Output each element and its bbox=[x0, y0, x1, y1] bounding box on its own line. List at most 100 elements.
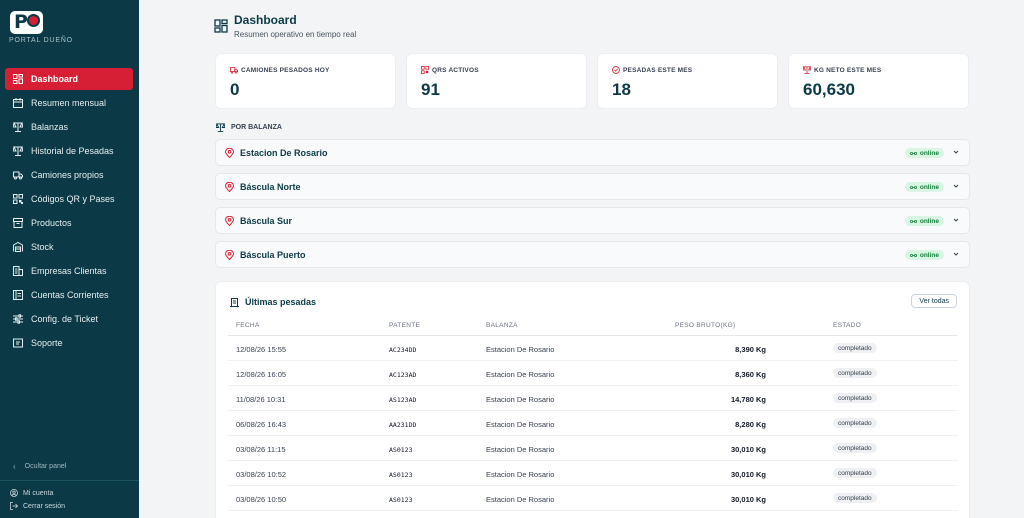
sidebar-item-label: Soporte bbox=[31, 338, 63, 348]
balanza-name: Báscula Sur bbox=[240, 215, 293, 226]
table-row[interactable]: 03/08/26 11:15 AS0123 Estacion De Rosari… bbox=[228, 436, 958, 461]
cell-fecha: 11/08/26 10:31 bbox=[236, 395, 286, 404]
link-icon bbox=[909, 219, 917, 224]
sidebar-item-soporte[interactable]: Soporte bbox=[5, 332, 133, 354]
cell-peso: 8,390 Kg bbox=[735, 345, 766, 354]
scale-icon bbox=[803, 66, 811, 74]
sidebar-nav: Dashboard Resumen mensual Balanzas Histo… bbox=[5, 68, 133, 356]
cell-balanza: Estacion De Rosario bbox=[486, 370, 555, 379]
chevron-down-icon[interactable] bbox=[952, 182, 960, 190]
balanza-name: Báscula Norte bbox=[240, 181, 301, 192]
logout-link[interactable]: Cerrar sesión bbox=[10, 502, 65, 510]
table-row[interactable]: 03/08/26 10:52 AS0123 Estacion De Rosari… bbox=[228, 461, 958, 486]
sidebar-item-label: Stock bbox=[31, 242, 54, 252]
stat-label: KG NETO ESTE MES bbox=[814, 66, 882, 74]
ultimas-pesadas-title: Últimas pesadas bbox=[230, 297, 316, 307]
cell-balanza: Estacion De Rosario bbox=[486, 495, 555, 504]
balanza-row[interactable]: Báscula Sur online bbox=[215, 207, 970, 234]
link-icon bbox=[909, 185, 917, 190]
table-row[interactable]: 12/08/26 15:55 AC234DD Estacion De Rosar… bbox=[228, 336, 958, 361]
cell-balanza: Estacion De Rosario bbox=[486, 420, 555, 429]
stat-card-pesadas: PESADAS ESTE MES 18 bbox=[597, 53, 778, 109]
cell-balanza: Estacion De Rosario bbox=[486, 470, 555, 479]
scale-icon bbox=[13, 122, 23, 132]
cell-patente: AC123AD bbox=[389, 371, 417, 379]
chevron-down-icon[interactable] bbox=[952, 216, 960, 224]
balanza-row[interactable]: Estacion De Rosario online bbox=[215, 139, 970, 166]
balanza-row[interactable]: Báscula Puerto online bbox=[215, 241, 970, 268]
sidebar-item-historial[interactable]: Historial de Pesadas bbox=[5, 140, 133, 162]
table-row[interactable]: 11/08/26 10:31 AS123AD Estacion De Rosar… bbox=[228, 386, 958, 411]
account-link[interactable]: Mi cuenta bbox=[10, 489, 53, 497]
balanza-row[interactable]: Báscula Norte online bbox=[215, 173, 970, 200]
cell-patente: AC234DD bbox=[389, 346, 417, 354]
stat-value: 0 bbox=[230, 80, 240, 99]
link-icon bbox=[909, 151, 917, 156]
sliders-icon bbox=[13, 314, 23, 324]
cell-peso: 8,360 Kg bbox=[735, 370, 766, 379]
balanza-list: Estacion De Rosario online Báscula Norte… bbox=[215, 139, 970, 275]
table-row[interactable]: 06/08/26 16:43 AA231DD Estacion De Rosar… bbox=[228, 411, 958, 436]
sidebar-item-resumen-mensual[interactable]: Resumen mensual bbox=[5, 92, 133, 114]
sidebar-item-config-ticket[interactable]: Config. de Ticket bbox=[5, 308, 133, 330]
ver-todas-button[interactable]: Ver todas bbox=[911, 294, 957, 308]
column-header-patente[interactable]: PATENTE bbox=[389, 322, 420, 329]
sidebar-item-cuentas[interactable]: Cuentas Corrientes bbox=[5, 284, 133, 306]
cell-fecha: 03/08/26 10:52 bbox=[236, 470, 287, 479]
status-badge: online bbox=[904, 216, 944, 226]
stat-value: 60,630 bbox=[803, 80, 855, 99]
sidebar-item-label: Camiones propios bbox=[31, 170, 104, 180]
receipt-icon bbox=[230, 297, 239, 307]
status-badge: completado bbox=[833, 418, 877, 428]
column-header-balanza[interactable]: BALANZA bbox=[486, 322, 518, 329]
account-label: Mi cuenta bbox=[23, 489, 54, 497]
cell-patente: AS0123 bbox=[389, 446, 413, 454]
table-row[interactable]: 03/08/26 10:50 AS0123 Estacion De Rosari… bbox=[228, 486, 958, 511]
support-icon bbox=[13, 338, 23, 348]
ledger-icon bbox=[13, 290, 23, 300]
chevron-down-icon[interactable] bbox=[952, 250, 960, 258]
building-icon bbox=[13, 266, 23, 276]
box-icon bbox=[13, 218, 23, 228]
logo[interactable]: P bbox=[10, 11, 43, 34]
section-label-balanzas: POR BALANZA bbox=[216, 123, 282, 132]
column-header-fecha[interactable]: FECHA bbox=[236, 322, 260, 329]
hide-panel-button[interactable]: ‹ Ocultar panel bbox=[13, 462, 66, 471]
cell-peso: 30,010 Kg bbox=[730, 445, 766, 454]
sidebar-item-codigos-qr[interactable]: Códigos QR y Pases bbox=[5, 188, 133, 210]
ultimas-pesadas-title-text: Últimas pesadas bbox=[245, 297, 317, 307]
status-text: online bbox=[919, 217, 939, 225]
logout-label: Cerrar sesión bbox=[23, 502, 66, 510]
sidebar-divider bbox=[0, 480, 139, 481]
sidebar-item-label: Dashboard bbox=[31, 74, 79, 84]
table-row[interactable]: 12/08/26 16:05 AC123AD Estacion De Rosar… bbox=[228, 361, 958, 386]
cell-fecha: 06/08/26 16:43 bbox=[236, 420, 287, 429]
stat-label: QRS ACTIVOS bbox=[432, 66, 479, 74]
stat-card-qrs: QRS ACTIVOS 91 bbox=[406, 53, 587, 109]
status-badge: completado bbox=[833, 468, 877, 478]
sidebar-item-camiones[interactable]: Camiones propios bbox=[5, 164, 133, 186]
stat-value: 18 bbox=[612, 80, 631, 99]
status-badge: completado bbox=[833, 493, 877, 503]
sidebar-item-label: Códigos QR y Pases bbox=[31, 194, 115, 204]
map-pin-icon bbox=[225, 249, 234, 260]
status-badge: online bbox=[904, 182, 944, 192]
cell-fecha: 12/08/26 16:05 bbox=[236, 370, 287, 379]
cell-patente: AS0123 bbox=[389, 471, 413, 479]
user-icon bbox=[10, 489, 18, 497]
sidebar-item-empresas[interactable]: Empresas Clientas bbox=[5, 260, 133, 282]
column-header-estado[interactable]: ESTADO bbox=[833, 322, 861, 329]
sidebar-item-label: Cuentas Corrientes bbox=[31, 290, 109, 300]
sidebar-item-productos[interactable]: Productos bbox=[5, 212, 133, 234]
sidebar-item-dashboard[interactable]: Dashboard bbox=[5, 68, 133, 90]
sidebar-item-balanzas[interactable]: Balanzas bbox=[5, 116, 133, 138]
status-badge: completado bbox=[833, 393, 877, 403]
sidebar-item-stock[interactable]: Stock bbox=[5, 236, 133, 258]
balanza-name: Estacion De Rosario bbox=[240, 147, 328, 158]
chevron-down-icon[interactable] bbox=[952, 148, 960, 156]
section-label-text: POR BALANZA bbox=[231, 124, 282, 131]
cell-peso: 8,280 Kg bbox=[735, 420, 766, 429]
column-header-peso[interactable]: PESO BRUTO(KG) bbox=[675, 322, 735, 329]
main-content: Dashboard Resumen operativo en tiempo re… bbox=[139, 0, 1024, 518]
map-pin-icon bbox=[225, 215, 234, 226]
